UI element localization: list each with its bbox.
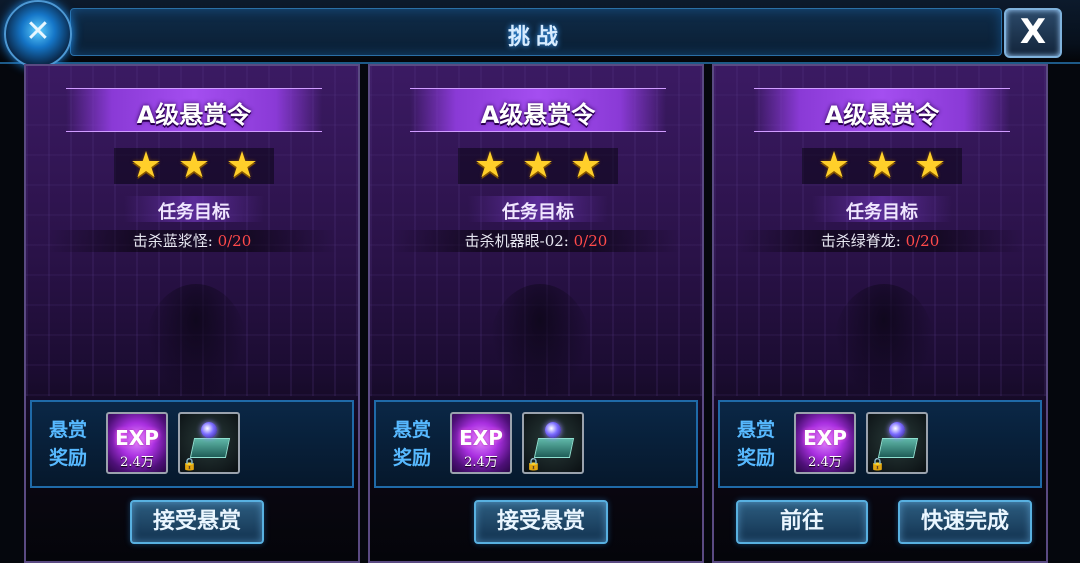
star-rating: ★ ★ ★ <box>458 148 618 184</box>
window-title: 挑战 <box>507 25 564 50</box>
task-text: 击杀机器眼-02: <box>464 232 574 250</box>
task-text: 击杀绿脊龙: <box>820 232 906 250</box>
enemy-silhouette-image <box>490 284 590 404</box>
chest-reward-item[interactable]: 🔒 <box>522 412 584 474</box>
task-description: 击杀机器眼-02: 0/20 <box>390 230 682 252</box>
goal-title: 任务目标 <box>502 202 574 223</box>
treasure-chest-icon <box>533 438 575 458</box>
exp-amount: 2.4万 <box>808 455 842 470</box>
lock-icon: 🔒 <box>526 457 541 471</box>
enemy-silhouette-image <box>834 284 934 404</box>
goal-header: 任务目标 <box>468 196 608 223</box>
star-icon: ★ <box>473 145 507 186</box>
bounty-banner: A级悬赏令 <box>410 88 666 132</box>
lock-icon: 🔒 <box>870 457 885 471</box>
enemy-silhouette-image <box>146 284 246 404</box>
go-button[interactable]: 前往 <box>736 500 868 544</box>
star-rating: ★ ★ ★ <box>802 148 962 184</box>
exp-reward-item[interactable]: EXP 2.4万 <box>106 412 168 474</box>
exp-icon: EXP <box>803 426 847 450</box>
task-progress: 0/20 <box>217 232 252 250</box>
star-rating: ★ ★ ★ <box>114 148 274 184</box>
star-icon: ★ <box>177 145 211 186</box>
orb-icon <box>201 422 217 438</box>
title-bar: 挑战 ✕ X <box>0 0 1080 68</box>
reward-panel: 悬赏奖励 EXP 2.4万 🔒 <box>30 400 354 488</box>
lock-icon: 🔒 <box>182 457 197 471</box>
treasure-chest-icon <box>189 438 231 458</box>
bounty-grade-title: A级悬赏令 <box>480 101 596 129</box>
task-description: 击杀绿脊龙: 0/20 <box>734 230 1026 252</box>
star-icon: ★ <box>225 145 259 186</box>
goal-title: 任务目标 <box>846 202 918 223</box>
task-progress: 0/20 <box>573 232 608 250</box>
reward-label: 悬赏奖励 <box>392 419 431 469</box>
task-description: 击杀蓝浆怪: 0/20 <box>46 230 338 252</box>
treasure-chest-icon <box>877 438 919 458</box>
bounty-grade-title: A级悬赏令 <box>824 101 940 129</box>
bounty-card-2: A级悬赏令 ★ ★ ★ 任务目标 击杀机器眼-02: 0/20 悬赏奖励 EXP… <box>368 64 704 563</box>
bounty-card-1: A级悬赏令 ★ ★ ★ 任务目标 击杀蓝浆怪: 0/20 悬赏奖励 EXP 2.… <box>24 64 360 563</box>
close-button[interactable]: X <box>1004 8 1062 58</box>
bounty-banner: A级悬赏令 <box>754 88 1010 132</box>
exp-amount: 2.4万 <box>120 455 154 470</box>
bounty-grade-title: A级悬赏令 <box>136 101 252 129</box>
goal-header: 任务目标 <box>812 196 952 223</box>
star-icon: ★ <box>817 145 851 186</box>
chest-reward-item[interactable]: 🔒 <box>178 412 240 474</box>
quick-complete-button[interactable]: 快速完成 <box>898 500 1032 544</box>
orb-icon <box>889 422 905 438</box>
star-icon: ★ <box>913 145 947 186</box>
star-icon: ★ <box>129 145 163 186</box>
goal-title: 任务目标 <box>158 202 230 223</box>
reward-panel: 悬赏奖励 EXP 2.4万 🔒 <box>374 400 698 488</box>
task-progress: 0/20 <box>905 232 940 250</box>
accept-bounty-button[interactable]: 接受悬赏 <box>474 500 608 544</box>
reward-panel: 悬赏奖励 EXP 2.4万 🔒 <box>718 400 1042 488</box>
exp-reward-item[interactable]: EXP 2.4万 <box>794 412 856 474</box>
star-icon: ★ <box>865 145 899 186</box>
reward-label: 悬赏奖励 <box>48 419 87 469</box>
title-plate: 挑战 <box>70 8 1002 56</box>
exp-amount: 2.4万 <box>464 455 498 470</box>
chest-reward-item[interactable]: 🔒 <box>866 412 928 474</box>
bounty-banner: A级悬赏令 <box>66 88 322 132</box>
exp-reward-item[interactable]: EXP 2.4万 <box>450 412 512 474</box>
exp-icon: EXP <box>459 426 503 450</box>
star-icon: ★ <box>569 145 603 186</box>
bounty-card-3: A级悬赏令 ★ ★ ★ 任务目标 击杀绿脊龙: 0/20 悬赏奖励 EXP 2.… <box>712 64 1048 563</box>
star-icon: ★ <box>521 145 555 186</box>
reward-label: 悬赏奖励 <box>736 419 775 469</box>
goal-header: 任务目标 <box>124 196 264 223</box>
accept-bounty-button[interactable]: 接受悬赏 <box>130 500 264 544</box>
task-text: 击杀蓝浆怪: <box>132 232 218 250</box>
crossed-swords-emblem-icon: ✕ <box>4 0 72 68</box>
orb-icon <box>545 422 561 438</box>
exp-icon: EXP <box>115 426 159 450</box>
